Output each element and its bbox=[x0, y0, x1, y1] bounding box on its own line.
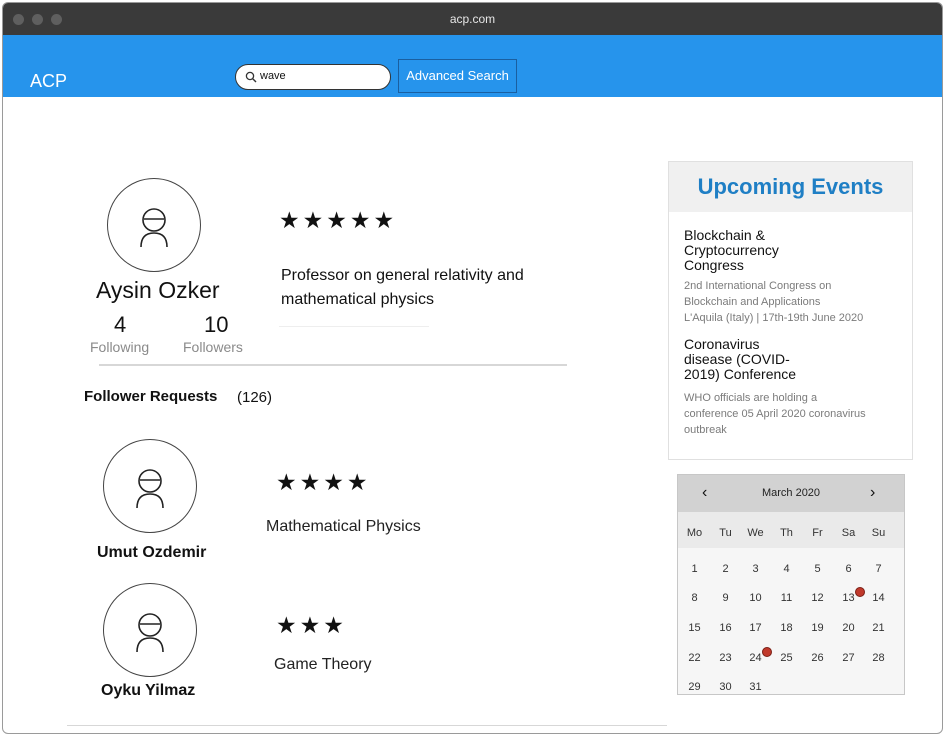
browser-titlebar: acp.com bbox=[3, 3, 942, 35]
event-description: WHO officials are holding a conference 0… bbox=[684, 392, 866, 436]
calendar-day[interactable]: 19 bbox=[802, 622, 833, 634]
app-header: ACP wave Advanced Search bbox=[3, 35, 942, 97]
calendar-day[interactable]: 12 bbox=[802, 592, 833, 604]
calendar-day[interactable]: 26 bbox=[802, 652, 833, 664]
follower-requests-count: (126) bbox=[237, 389, 273, 406]
calendar-day[interactable]: 25 bbox=[771, 652, 802, 664]
request-name[interactable]: Umut Ozdemir bbox=[97, 544, 206, 562]
calendar-day[interactable]: 27 bbox=[833, 652, 864, 664]
chevron-right-icon[interactable]: › bbox=[870, 484, 875, 502]
star-icon: ★ bbox=[276, 612, 297, 638]
following-label[interactable]: Following bbox=[90, 339, 149, 355]
profile-name: Aysin Ozker bbox=[96, 277, 220, 303]
calendar-day[interactable]: 10 bbox=[740, 592, 771, 604]
star-icon: ★ bbox=[323, 612, 344, 638]
weekday-label: Sa bbox=[841, 527, 856, 539]
content-bottom-border bbox=[67, 725, 667, 726]
calendar-day[interactable]: 3 bbox=[740, 563, 771, 575]
calendar-day[interactable]: 29 bbox=[679, 681, 710, 693]
calendar-day[interactable]: 2 bbox=[710, 563, 741, 575]
calendar-day[interactable]: 21 bbox=[863, 622, 894, 634]
star-icon: ★ bbox=[323, 469, 344, 495]
weekday-label: Th bbox=[780, 527, 793, 539]
calendar-day[interactable]: 31 bbox=[740, 681, 771, 693]
calendar-day[interactable]: 30 bbox=[710, 681, 741, 693]
calendar-day[interactable]: 4 bbox=[771, 563, 802, 575]
calendar-day[interactable]: 11 bbox=[771, 592, 802, 604]
calendar-day[interactable]: 28 bbox=[863, 652, 894, 664]
brand-logo[interactable]: ACP bbox=[30, 71, 67, 92]
followers-count[interactable]: 10 bbox=[204, 312, 228, 338]
following-count[interactable]: 4 bbox=[114, 312, 126, 338]
calendar-widget: ‹ March 2020 › Mo Tu We Th Fr Sa Su 1 2 3 4 5 6 7 8 9 10… bbox=[677, 474, 905, 695]
star-icon: ★ bbox=[302, 207, 324, 233]
request-rating: ★ ★ ★ bbox=[276, 612, 344, 639]
search-value: wave bbox=[260, 70, 286, 82]
calendar-day[interactable]: 9 bbox=[710, 592, 741, 604]
weekday-label: We bbox=[747, 527, 764, 539]
calendar-day[interactable]: 15 bbox=[679, 622, 710, 634]
advanced-search-button[interactable]: Advanced Search bbox=[398, 59, 517, 93]
calendar-day[interactable]: 14 bbox=[863, 592, 894, 604]
weekday-label: Tu bbox=[719, 527, 732, 539]
calendar-day[interactable]: 17 bbox=[740, 622, 771, 634]
weekday-label: Mo bbox=[686, 527, 703, 539]
star-icon: ★ bbox=[299, 612, 321, 638]
star-icon: ★ bbox=[373, 207, 395, 233]
request-topic: Game Theory bbox=[274, 656, 372, 673]
star-icon: ★ bbox=[349, 207, 371, 233]
calendar-day[interactable]: 22 bbox=[679, 652, 710, 664]
weekday-label: Su bbox=[871, 527, 886, 539]
calendar-header: ‹ March 2020 › bbox=[678, 475, 904, 512]
user-icon bbox=[136, 469, 164, 509]
event-title[interactable]: Blockchain & Cryptocurrency Congress bbox=[684, 228, 779, 273]
calendar-day[interactable]: 1 bbox=[679, 563, 710, 575]
upcoming-events-panel: Upcoming Events Blockchain & Cryptocurre… bbox=[668, 161, 913, 460]
followers-label[interactable]: Followers bbox=[183, 339, 243, 355]
user-icon bbox=[136, 613, 164, 653]
weekday-label: Fr bbox=[812, 527, 823, 539]
calendar-day[interactable]: 23 bbox=[710, 652, 741, 664]
follower-requests-title: Follower Requests bbox=[84, 388, 218, 405]
star-icon: ★ bbox=[299, 469, 321, 495]
star-icon: ★ bbox=[326, 207, 347, 233]
bio-divider bbox=[279, 326, 429, 327]
profile-rating: ★ ★ ★ ★ ★ bbox=[279, 207, 394, 234]
calendar-day[interactable]: 5 bbox=[802, 563, 833, 575]
star-icon: ★ bbox=[279, 207, 300, 233]
browser-window: acp.com ACP wave Advanced Search ★ ★ ★ ★ ★ A… bbox=[2, 2, 943, 734]
profile-bio: Professor on general relativity and math… bbox=[281, 267, 524, 308]
profile-avatar[interactable] bbox=[107, 178, 201, 272]
calendar-day[interactable]: 8 bbox=[679, 592, 710, 604]
calendar-day[interactable]: 6 bbox=[833, 563, 864, 575]
request-avatar[interactable] bbox=[103, 583, 197, 677]
user-icon bbox=[140, 208, 168, 248]
search-icon bbox=[245, 71, 257, 83]
star-icon: ★ bbox=[346, 469, 368, 495]
request-avatar[interactable] bbox=[103, 439, 197, 533]
event-description: 2nd International Congress on Blockchain… bbox=[684, 280, 864, 324]
star-icon: ★ bbox=[276, 469, 297, 495]
address-url: acp.com bbox=[449, 12, 496, 26]
calendar-day[interactable]: 7 bbox=[863, 563, 894, 575]
calendar-day[interactable]: 18 bbox=[771, 622, 802, 634]
search-input[interactable]: wave bbox=[235, 64, 391, 90]
calendar-day[interactable]: 16 bbox=[710, 622, 741, 634]
event-title[interactable]: Coronavirus disease (COVID- 2019) Confer… bbox=[684, 337, 796, 382]
request-topic: Mathematical Physics bbox=[266, 518, 421, 535]
request-name[interactable]: Oyku Yilmaz bbox=[101, 682, 195, 700]
upcoming-events-heading: Upcoming Events bbox=[669, 162, 912, 212]
section-divider bbox=[99, 364, 567, 366]
request-rating: ★ ★ ★ ★ bbox=[276, 469, 368, 496]
calendar-day[interactable]: 20 bbox=[833, 622, 864, 634]
